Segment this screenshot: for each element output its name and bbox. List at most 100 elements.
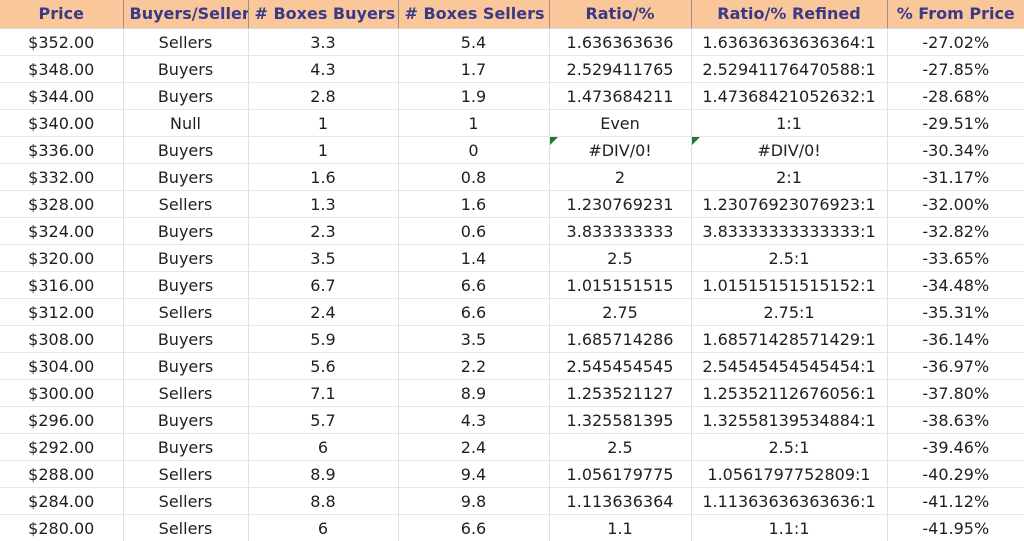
cell-pct-from-price[interactable]: -28.68% bbox=[887, 83, 1024, 110]
table-row[interactable]: $328.00Sellers1.31.61.2307692311.2307692… bbox=[0, 191, 1024, 218]
table-row[interactable]: $284.00Sellers8.89.81.1136363641.1136363… bbox=[0, 488, 1024, 515]
cell-ratio[interactable]: 1.015151515 bbox=[549, 272, 691, 299]
table-row[interactable]: $308.00Buyers5.93.51.6857142861.68571428… bbox=[0, 326, 1024, 353]
table-row[interactable]: $292.00Buyers62.42.52.5:1-39.46% bbox=[0, 434, 1024, 461]
cell-boxes-sellers[interactable]: 0 bbox=[398, 137, 549, 164]
cell-ratio[interactable]: Even bbox=[549, 110, 691, 137]
table-row[interactable]: $352.00Sellers3.35.41.6363636361.6363636… bbox=[0, 29, 1024, 56]
cell-boxes-sellers[interactable]: 6.6 bbox=[398, 272, 549, 299]
cell-pct-from-price[interactable]: -31.17% bbox=[887, 164, 1024, 191]
cell-boxes-sellers[interactable]: 6.6 bbox=[398, 515, 549, 541]
cell-signal[interactable]: Sellers bbox=[123, 515, 248, 541]
cell-boxes-buyers[interactable]: 1.3 bbox=[248, 191, 398, 218]
cell-ratio[interactable]: 1.636363636 bbox=[549, 29, 691, 56]
cell-ratio[interactable]: 1.685714286 bbox=[549, 326, 691, 353]
cell-price[interactable]: $332.00 bbox=[0, 164, 123, 191]
cell-boxes-buyers[interactable]: 1.6 bbox=[248, 164, 398, 191]
cell-ratio-refined[interactable]: 1.47368421052632:1 bbox=[691, 83, 887, 110]
cell-ratio-refined[interactable]: 1.23076923076923:1 bbox=[691, 191, 887, 218]
cell-boxes-buyers[interactable]: 6 bbox=[248, 434, 398, 461]
cell-price[interactable]: $280.00 bbox=[0, 515, 123, 541]
cell-ratio-refined[interactable]: 2.75:1 bbox=[691, 299, 887, 326]
cell-signal[interactable]: Buyers bbox=[123, 272, 248, 299]
table-row[interactable]: $288.00Sellers8.99.41.0561797751.0561797… bbox=[0, 461, 1024, 488]
cell-boxes-buyers[interactable]: 8.9 bbox=[248, 461, 398, 488]
cell-boxes-sellers[interactable]: 1.4 bbox=[398, 245, 549, 272]
cell-boxes-sellers[interactable]: 1.9 bbox=[398, 83, 549, 110]
cell-price[interactable]: $308.00 bbox=[0, 326, 123, 353]
cell-ratio[interactable]: 1.1 bbox=[549, 515, 691, 541]
cell-pct-from-price[interactable]: -35.31% bbox=[887, 299, 1024, 326]
cell-signal[interactable]: Null bbox=[123, 110, 248, 137]
cell-ratio-refined[interactable]: 1.11363636363636:1 bbox=[691, 488, 887, 515]
cell-boxes-sellers[interactable]: 0.6 bbox=[398, 218, 549, 245]
cell-boxes-sellers[interactable]: 6.6 bbox=[398, 299, 549, 326]
cell-signal[interactable]: Sellers bbox=[123, 380, 248, 407]
cell-price[interactable]: $316.00 bbox=[0, 272, 123, 299]
cell-signal[interactable]: Sellers bbox=[123, 29, 248, 56]
cell-boxes-buyers[interactable]: 5.7 bbox=[248, 407, 398, 434]
cell-signal[interactable]: Buyers bbox=[123, 56, 248, 83]
cell-boxes-buyers[interactable]: 7.1 bbox=[248, 380, 398, 407]
cell-price[interactable]: $340.00 bbox=[0, 110, 123, 137]
cell-pct-from-price[interactable]: -36.14% bbox=[887, 326, 1024, 353]
cell-boxes-buyers[interactable]: 1 bbox=[248, 137, 398, 164]
cell-price[interactable]: $336.00 bbox=[0, 137, 123, 164]
cell-boxes-buyers[interactable]: 6.7 bbox=[248, 272, 398, 299]
cell-price[interactable]: $352.00 bbox=[0, 29, 123, 56]
cell-ratio[interactable]: 3.833333333 bbox=[549, 218, 691, 245]
cell-boxes-sellers[interactable]: 8.9 bbox=[398, 380, 549, 407]
cell-boxes-sellers[interactable]: 2.2 bbox=[398, 353, 549, 380]
table-row[interactable]: $332.00Buyers1.60.822:1-31.17% bbox=[0, 164, 1024, 191]
column-header-ratio[interactable]: Ratio/% bbox=[549, 0, 691, 29]
table-row[interactable]: $280.00Sellers66.61.11.1:1-41.95% bbox=[0, 515, 1024, 541]
cell-boxes-sellers[interactable]: 1.6 bbox=[398, 191, 549, 218]
cell-ratio-refined[interactable]: 1.68571428571429:1 bbox=[691, 326, 887, 353]
table-row[interactable]: $324.00Buyers2.30.63.8333333333.83333333… bbox=[0, 218, 1024, 245]
cell-signal[interactable]: Buyers bbox=[123, 218, 248, 245]
table-row[interactable]: $340.00Null11Even1:1-29.51% bbox=[0, 110, 1024, 137]
cell-boxes-sellers[interactable]: 9.8 bbox=[398, 488, 549, 515]
table-row[interactable]: $304.00Buyers5.62.22.5454545452.54545454… bbox=[0, 353, 1024, 380]
cell-boxes-buyers[interactable]: 5.9 bbox=[248, 326, 398, 353]
cell-price[interactable]: $288.00 bbox=[0, 461, 123, 488]
table-row[interactable]: $336.00Buyers10#DIV/0!#DIV/0!-30.34% bbox=[0, 137, 1024, 164]
cell-ratio[interactable]: 2.75 bbox=[549, 299, 691, 326]
cell-ratio[interactable]: #DIV/0! bbox=[549, 137, 691, 164]
cell-price[interactable]: $344.00 bbox=[0, 83, 123, 110]
cell-signal[interactable]: Sellers bbox=[123, 191, 248, 218]
column-header-price[interactable]: Price bbox=[0, 0, 123, 29]
cell-boxes-buyers[interactable]: 8.8 bbox=[248, 488, 398, 515]
cell-pct-from-price[interactable]: -40.29% bbox=[887, 461, 1024, 488]
cell-ratio[interactable]: 1.056179775 bbox=[549, 461, 691, 488]
cell-pct-from-price[interactable]: -32.00% bbox=[887, 191, 1024, 218]
table-row[interactable]: $348.00Buyers4.31.72.5294117652.52941176… bbox=[0, 56, 1024, 83]
column-header-ratio-refined[interactable]: Ratio/% Refined bbox=[691, 0, 887, 29]
cell-ratio[interactable]: 2.529411765 bbox=[549, 56, 691, 83]
cell-ratio-refined[interactable]: 2:1 bbox=[691, 164, 887, 191]
cell-ratio-refined[interactable]: 1.1:1 bbox=[691, 515, 887, 541]
column-header-signal[interactable]: Buyers/Sellers bbox=[123, 0, 248, 29]
cell-pct-from-price[interactable]: -29.51% bbox=[887, 110, 1024, 137]
cell-boxes-buyers[interactable]: 4.3 bbox=[248, 56, 398, 83]
cell-ratio-refined[interactable]: 1.32558139534884:1 bbox=[691, 407, 887, 434]
cell-ratio-refined[interactable]: 1.0561797752809:1 bbox=[691, 461, 887, 488]
table-row[interactable]: $296.00Buyers5.74.31.3255813951.32558139… bbox=[0, 407, 1024, 434]
table-row[interactable]: $320.00Buyers3.51.42.52.5:1-33.65% bbox=[0, 245, 1024, 272]
cell-boxes-sellers[interactable]: 0.8 bbox=[398, 164, 549, 191]
cell-price[interactable]: $292.00 bbox=[0, 434, 123, 461]
cell-pct-from-price[interactable]: -30.34% bbox=[887, 137, 1024, 164]
cell-pct-from-price[interactable]: -32.82% bbox=[887, 218, 1024, 245]
cell-boxes-buyers[interactable]: 6 bbox=[248, 515, 398, 541]
cell-ratio-refined[interactable]: 2.5:1 bbox=[691, 434, 887, 461]
cell-boxes-buyers[interactable]: 3.5 bbox=[248, 245, 398, 272]
cell-signal[interactable]: Buyers bbox=[123, 326, 248, 353]
cell-signal[interactable]: Sellers bbox=[123, 461, 248, 488]
cell-ratio-refined[interactable]: 2.5:1 bbox=[691, 245, 887, 272]
table-row[interactable]: $300.00Sellers7.18.91.2535211271.2535211… bbox=[0, 380, 1024, 407]
cell-pct-from-price[interactable]: -36.97% bbox=[887, 353, 1024, 380]
cell-pct-from-price[interactable]: -27.85% bbox=[887, 56, 1024, 83]
column-header-boxes-buyers[interactable]: # Boxes Buyers bbox=[248, 0, 398, 29]
cell-boxes-buyers[interactable]: 5.6 bbox=[248, 353, 398, 380]
cell-boxes-sellers[interactable]: 4.3 bbox=[398, 407, 549, 434]
